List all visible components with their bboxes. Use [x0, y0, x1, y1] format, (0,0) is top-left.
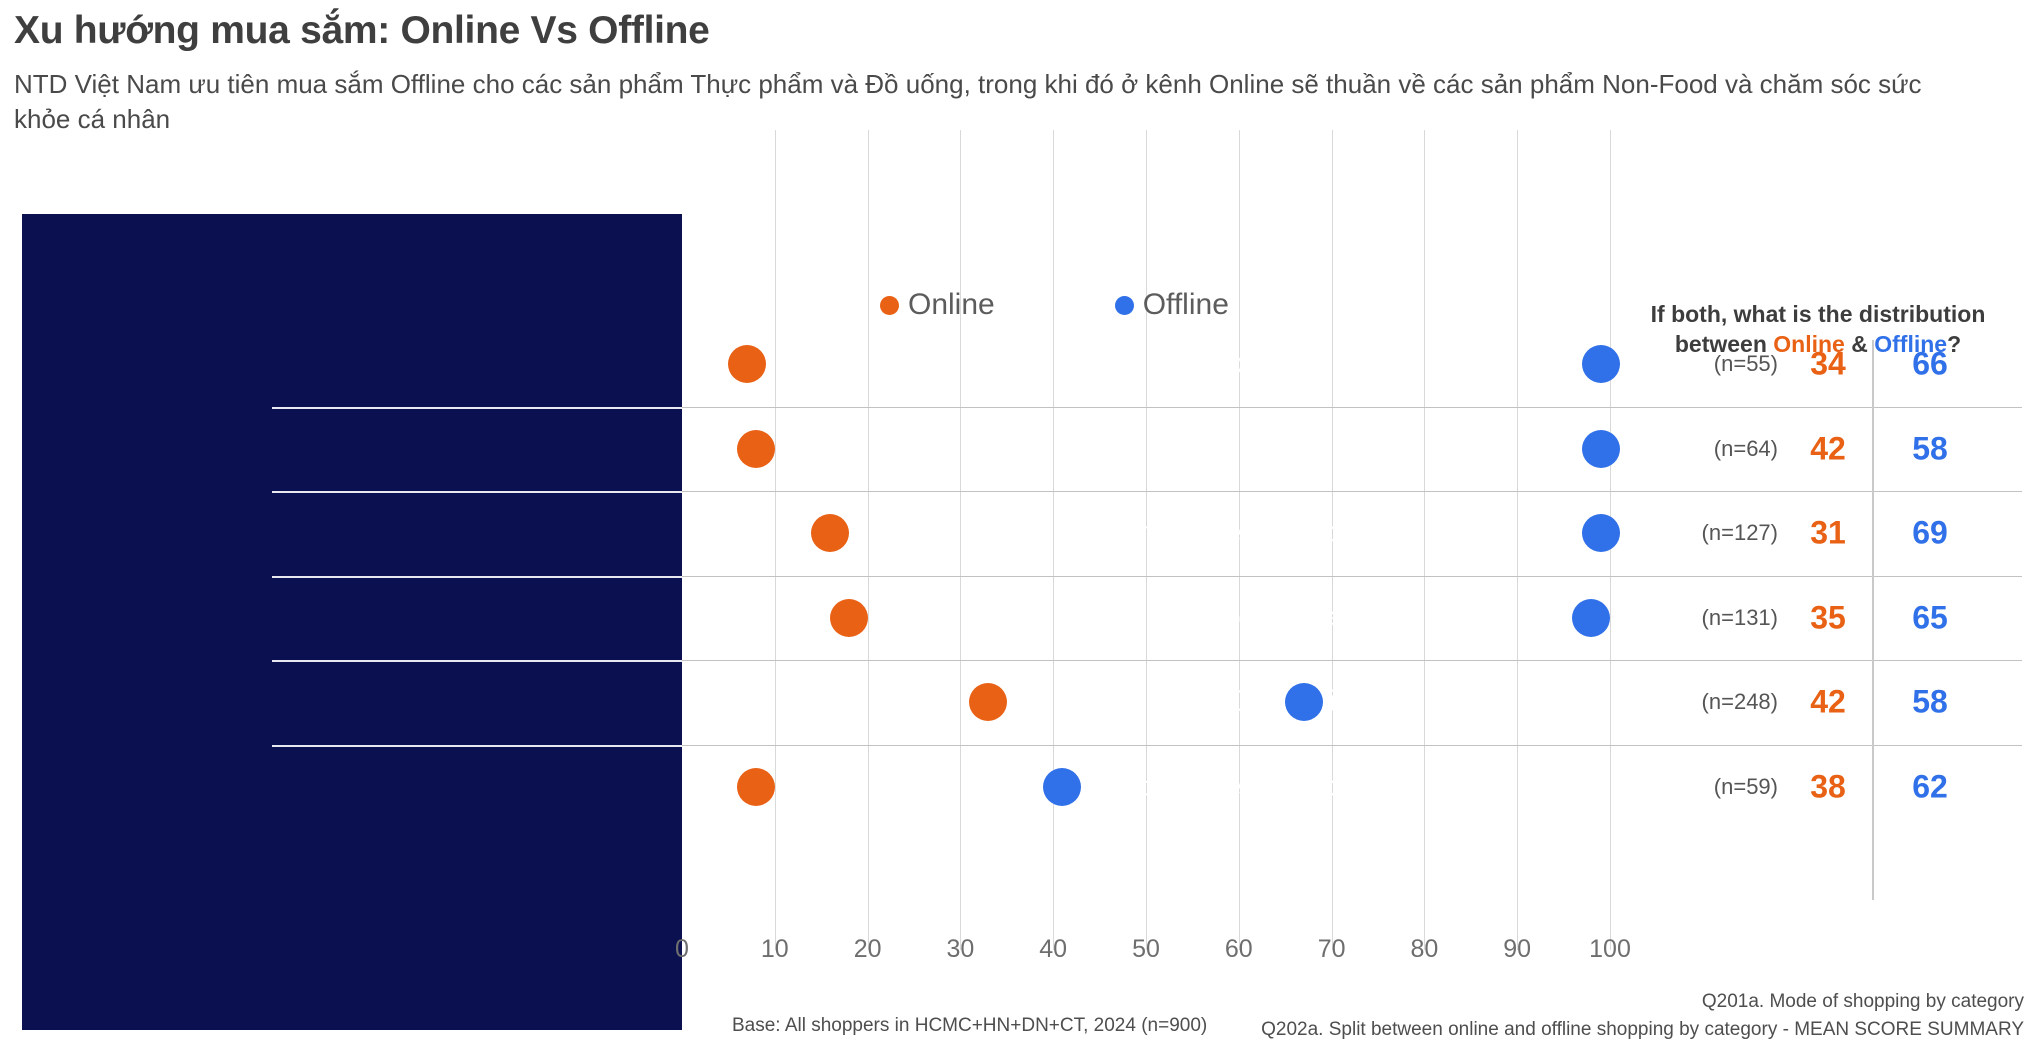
- chart-legend: Online Offline: [880, 288, 1229, 322]
- data-point-offline[interactable]: [1043, 767, 1082, 806]
- row-separator-navy: [272, 744, 682, 747]
- category-label: Grocery Food: [1186, 347, 1364, 380]
- legend-item-online[interactable]: Online: [880, 288, 995, 322]
- gridline-vertical: [960, 130, 962, 950]
- data-point-online[interactable]: [737, 767, 776, 806]
- gridline-vertical: [774, 130, 776, 950]
- chart-container: Grocery Food Beverage Home Care Products Pe…: [0, 0, 2042, 1052]
- distribution-header-online: Online: [1773, 330, 1845, 357]
- row-separator-navy: [272, 575, 682, 578]
- x-tick-label: 30: [946, 935, 975, 963]
- data-point-online[interactable]: [830, 598, 869, 637]
- data-point-online[interactable]: [811, 514, 850, 553]
- gridline-vertical: [867, 130, 869, 950]
- x-tick-label: 80: [1410, 935, 1439, 963]
- row-separator-navy: [272, 660, 682, 662]
- distribution-header-offline: Offline: [1874, 330, 1948, 357]
- x-tick-label: 90: [1503, 935, 1532, 963]
- data-point-online[interactable]: [727, 345, 766, 384]
- x-tick-label: 10: [760, 935, 789, 963]
- footer-base-note: Base: All shoppers in HCMC+HN+DN+CT, 202…: [732, 1015, 1208, 1036]
- distribution-header-qmark: ?: [1947, 330, 1962, 357]
- footer-question-line2: Q202a. Split between online and offline …: [1261, 1018, 2024, 1040]
- gridline-vertical: [1517, 130, 1519, 950]
- online-dot-icon: [880, 295, 899, 315]
- category-panel: [22, 214, 682, 1030]
- row-separator-navy: [272, 491, 682, 493]
- row-separator-navy: [272, 406, 682, 409]
- distribution-header: If both, what is the distribution betwee…: [1612, 300, 2024, 360]
- distribution-column-divider: [1872, 340, 1874, 900]
- x-tick-label: 20: [853, 935, 882, 963]
- distribution-header-line1: If both, what is the distribution: [1650, 301, 1986, 327]
- gridline-vertical: [1053, 130, 1055, 950]
- data-point-online[interactable]: [737, 429, 776, 468]
- x-tick-label: 40: [1039, 935, 1068, 963]
- distribution-header-between: between: [1674, 330, 1774, 357]
- category-label: Personal Care: [1178, 601, 1364, 634]
- distribution-table: If both, what is the distribution betwee…: [1612, 300, 2024, 900]
- offline-dot-icon: [1114, 295, 1134, 315]
- legend-label-offline: Offline: [1142, 288, 1229, 321]
- data-point-online[interactable]: [969, 683, 1008, 722]
- category-label: Beverage: [1239, 432, 1364, 465]
- x-tick-label: 0: [675, 935, 689, 963]
- gridline-vertical: [1424, 130, 1426, 950]
- legend-label-online: Online: [908, 288, 995, 321]
- x-tick-label: 100: [1589, 935, 1631, 963]
- footer-question-line1: Q201a. Mode of shopping by category: [1701, 991, 2024, 1012]
- data-point-offline[interactable]: [1284, 683, 1323, 722]
- distribution-header-amp: &: [1844, 330, 1875, 357]
- x-tick-label: 50: [1132, 935, 1160, 963]
- legend-item-offline[interactable]: Offline: [1114, 288, 1229, 322]
- footer-question-note: Q201a. Mode of shopping by category Q202…: [1261, 988, 2024, 1043]
- x-tick-label: 70: [1317, 935, 1346, 963]
- x-axis: 0 10 20 30 40 50 60 70 80 90 100: [675, 935, 1642, 975]
- x-tick-label: 60: [1224, 935, 1253, 963]
- category-label: Baby Care Products: [1104, 770, 1364, 803]
- category-label: Home Care Products: [1093, 516, 1364, 549]
- data-point-offline[interactable]: [1572, 598, 1611, 637]
